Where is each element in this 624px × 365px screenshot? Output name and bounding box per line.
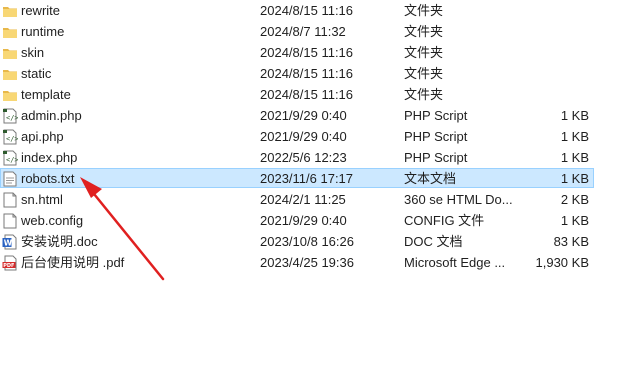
file-name: template [21, 87, 71, 102]
php-file-icon: </> [2, 108, 19, 124]
file-size: 1 KB [560, 213, 589, 228]
file-size: 1 KB [560, 171, 589, 186]
file-date-modified: 2024/8/7 11:32 [260, 24, 346, 39]
file-row[interactable]: rewrite 2024/8/15 11:16 文件夹 [0, 0, 594, 20]
pdf-file-icon: PDF [2, 255, 18, 271]
file-size: 1 KB [560, 129, 589, 144]
file-date-modified: 2024/8/15 11:16 [260, 66, 354, 81]
folder-icon [2, 45, 18, 61]
file-name: 安装说明.doc [21, 234, 98, 249]
file-date-modified: 2021/9/29 0:40 [260, 108, 347, 123]
folder-icon [2, 3, 18, 19]
file-row[interactable]: </> index.php 2022/5/6 12:23 PHP Script 1 KB [0, 147, 594, 167]
file-row[interactable]: sn.html 2024/2/1 11:25 360 se HTML Do... 2 … [0, 189, 594, 209]
file-name: static [21, 66, 52, 81]
html-file-icon [2, 192, 18, 208]
file-type: 文件夹 [404, 45, 444, 60]
file-date-modified: 2021/9/29 0:40 [260, 213, 347, 228]
file-date-modified: 2023/4/25 19:36 [260, 255, 354, 270]
file-name: runtime [21, 24, 65, 39]
file-date-modified: 2023/11/6 17:17 [260, 171, 354, 186]
folder-icon [2, 87, 18, 103]
file-type: 文件夹 [404, 24, 444, 39]
file-size: 1,930 KB [535, 255, 590, 270]
file-name: robots.txt [21, 171, 75, 186]
file-row[interactable]: runtime 2024/8/7 11:32 文件夹 [0, 21, 594, 41]
php-file-icon: </> [2, 150, 19, 166]
file-type: Microsoft Edge ... [404, 255, 506, 270]
file-date-modified: 2022/5/6 12:23 [260, 150, 347, 165]
file-date-modified: 2021/9/29 0:40 [260, 129, 347, 144]
file-name: api.php [21, 129, 64, 144]
file-name: index.php [21, 150, 78, 165]
file-row[interactable]: robots.txt 2023/11/6 17:17 文本文档 1 KB [0, 168, 594, 188]
file-name: 后台使用说明 .pdf [21, 255, 125, 270]
file-type: PHP Script [404, 129, 468, 144]
file-size: 1 KB [560, 108, 589, 123]
file-row[interactable]: skin 2024/8/15 11:16 文件夹 [0, 42, 594, 62]
svg-text:</>: </> [6, 135, 18, 143]
svg-text:</>: </> [6, 114, 18, 122]
file-date-modified: 2023/10/8 16:26 [260, 234, 354, 249]
file-row[interactable]: </> api.php 2021/9/29 0:40 PHP Script 1 KB [0, 126, 594, 146]
file-type: CONFIG 文件 [404, 213, 485, 228]
file-row[interactable]: W 安装说明.doc 2023/10/8 16:26 DOC 文档 83 KB [0, 231, 594, 251]
file-size: 1 KB [560, 150, 589, 165]
file-size: 2 KB [560, 192, 589, 207]
svg-text:PDF: PDF [3, 263, 14, 269]
file-type: DOC 文档 [404, 234, 463, 249]
file-name: rewrite [21, 3, 61, 18]
file-date-modified: 2024/8/15 11:16 [260, 45, 354, 60]
file-row[interactable]: </> admin.php 2021/9/29 0:40 PHP Script 1 KB [0, 105, 594, 125]
config-file-icon [2, 213, 18, 229]
file-type: 文件夹 [404, 87, 444, 102]
svg-text:</>: </> [6, 156, 18, 164]
word-doc-icon: W [2, 234, 18, 250]
folder-icon [2, 24, 18, 40]
file-type: 文本文档 [404, 171, 457, 186]
file-size: 83 KB [553, 234, 589, 249]
file-type: 文件夹 [404, 66, 444, 81]
file-name: web.config [21, 213, 84, 228]
file-type: PHP Script [404, 108, 468, 123]
file-row[interactable]: PDF 后台使用说明 .pdf 2023/4/25 19:36 Microsoft E… [0, 252, 594, 272]
file-type: 文件夹 [404, 3, 444, 18]
file-date-modified: 2024/8/15 11:16 [260, 3, 354, 18]
file-row[interactable]: template 2024/8/15 11:16 文件夹 [0, 84, 594, 104]
file-name: sn.html [21, 192, 63, 207]
file-row[interactable]: static 2024/8/15 11:16 文件夹 [0, 63, 594, 83]
php-file-icon: </> [2, 129, 19, 145]
file-row[interactable]: web.config 2021/9/29 0:40 CONFIG 文件 1 KB [0, 210, 594, 230]
text-file-icon [2, 171, 18, 187]
file-type: PHP Script [404, 150, 468, 165]
file-name: skin [21, 45, 45, 60]
svg-text:W: W [4, 239, 13, 248]
file-date-modified: 2024/2/1 11:25 [260, 192, 346, 207]
folder-icon [2, 66, 18, 82]
file-date-modified: 2024/8/15 11:16 [260, 87, 354, 102]
file-name: admin.php [21, 108, 82, 123]
file-type: 360 se HTML Do... [404, 192, 513, 207]
